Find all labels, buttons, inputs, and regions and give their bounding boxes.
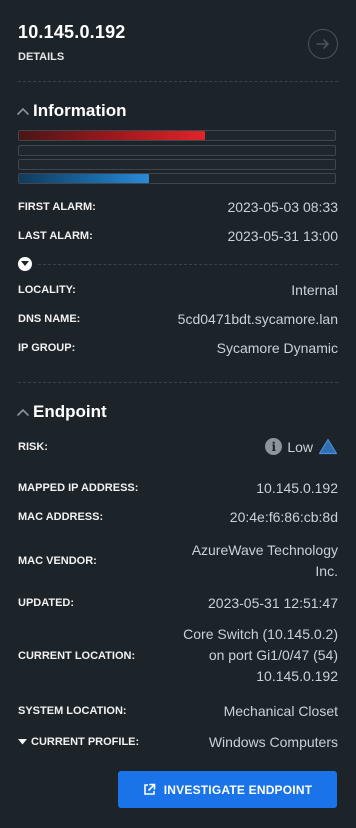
- last-alarm-value: 2023-05-31 13:00: [227, 228, 338, 244]
- vendor-label: MAC VENDOR:: [18, 555, 97, 567]
- alarm-bar-2: [18, 145, 336, 156]
- updated-label: UPDATED:: [18, 597, 75, 609]
- risk-value: Low: [287, 438, 313, 455]
- vendor-line: Inc.: [315, 563, 338, 579]
- caret-down-icon: [18, 739, 27, 745]
- page-subtitle: DETAILS: [18, 51, 65, 63]
- mac-row: MAC ADDRESS: 20:4e:f6:86:cb:8d: [18, 509, 338, 525]
- chevron-up-icon: [17, 107, 29, 115]
- divider: [18, 382, 338, 383]
- vendor-line: AzureWave Technology: [191, 542, 338, 558]
- info-icon[interactable]: i: [265, 438, 283, 455]
- last-alarm-row: LAST ALARM: 2023-05-31 13:00: [18, 228, 338, 244]
- updated-value: 2023-05-31 12:51:47: [208, 595, 338, 611]
- locality-label: LOCALITY:: [18, 284, 76, 296]
- last-alarm-label: LAST ALARM:: [18, 230, 93, 242]
- mac-label: MAC ADDRESS:: [18, 511, 104, 523]
- endpoint-heading: Endpoint: [33, 402, 107, 421]
- arrow-right-circle-icon: [316, 39, 329, 49]
- investigate-endpoint-button[interactable]: INVESTIGATE ENDPOINT: [118, 771, 337, 808]
- investigate-endpoint-label: INVESTIGATE ENDPOINT: [163, 782, 313, 797]
- location-line: Core Switch (10.145.0.2): [183, 626, 338, 642]
- alarm-bar-3: [18, 159, 336, 170]
- divider: [38, 264, 338, 265]
- panel-header: 10.145.0.192 DETAILS: [18, 22, 338, 70]
- endpoint-section-toggle[interactable]: Endpoint: [16, 402, 107, 422]
- system-location-label: SYSTEM LOCATION:: [18, 705, 127, 717]
- current-profile-value: Windows Computers: [208, 734, 338, 750]
- alarm-bar-fill: [19, 131, 206, 140]
- vendor-row: MAC VENDOR: AzureWave Technology Inc.: [18, 540, 338, 582]
- information-heading: Information: [33, 101, 127, 120]
- risk-row: RISK: i Low: [18, 438, 338, 455]
- alarm-bar-4: [18, 173, 336, 184]
- mac-value: 20:4e:f6:86:cb:8d: [229, 509, 338, 525]
- ip-group-label: IP GROUP:: [18, 342, 76, 354]
- first-alarm-row: FIRST ALARM: 2023-05-03 08:33: [18, 199, 338, 215]
- dns-value: 5cd0471bdt.sycamore.lan: [177, 311, 338, 327]
- risk-level-triangle-icon: [318, 438, 338, 455]
- system-location-value: Mechanical Closet: [223, 703, 338, 719]
- information-section-toggle[interactable]: Information: [16, 101, 127, 121]
- locality-value: Internal: [291, 282, 338, 298]
- alarm-bar-1: [18, 130, 336, 141]
- alarm-bar-fill: [19, 174, 149, 183]
- location-line: on port Gi1/0/47 (54): [208, 647, 338, 663]
- mapped-ip-value: 10.145.0.192: [256, 480, 338, 496]
- ip-group-value: Sycamore Dynamic: [216, 340, 338, 356]
- chevron-up-icon: [17, 408, 29, 416]
- page-title: 10.145.0.192: [18, 22, 126, 42]
- dns-label: DNS NAME:: [18, 313, 81, 325]
- external-link-icon: [143, 783, 156, 795]
- current-profile-label: CURRENT PROFILE:: [31, 736, 140, 748]
- current-profile-row: CURRENT PROFILE: Windows Computers: [18, 734, 338, 750]
- locality-row: LOCALITY: Internal: [18, 282, 338, 298]
- current-location-value: Core Switch (10.145.0.2) on port Gi1/0/4…: [183, 624, 338, 687]
- navigate-button[interactable]: [308, 29, 338, 59]
- current-location-row: CURRENT LOCATION: Core Switch (10.145.0.…: [18, 624, 338, 687]
- current-location-label: CURRENT LOCATION:: [18, 649, 136, 662]
- current-profile-toggle[interactable]: CURRENT PROFILE:: [18, 736, 139, 748]
- mapped-ip-row: MAPPED IP ADDRESS: 10.145.0.192: [18, 480, 338, 496]
- ip-group-row: IP GROUP: Sycamore Dynamic: [18, 340, 338, 356]
- divider: [18, 81, 338, 82]
- mapped-ip-label: MAPPED IP ADDRESS:: [18, 482, 139, 494]
- first-alarm-value: 2023-05-03 08:33: [227, 199, 338, 215]
- vendor-value: AzureWave Technology Inc.: [192, 540, 338, 582]
- risk-label: RISK:: [18, 440, 48, 453]
- dns-row: DNS NAME: 5cd0471bdt.sycamore.lan: [18, 311, 338, 327]
- expand-details-button[interactable]: [18, 257, 32, 271]
- updated-row: UPDATED: 2023-05-31 12:51:47: [18, 595, 338, 611]
- location-line: 10.145.0.192: [256, 668, 338, 684]
- system-location-row: SYSTEM LOCATION: Mechanical Closet: [18, 703, 338, 719]
- risk-value-group: i Low: [265, 438, 338, 455]
- caret-down-icon: [21, 261, 29, 266]
- first-alarm-label: FIRST ALARM:: [18, 201, 96, 213]
